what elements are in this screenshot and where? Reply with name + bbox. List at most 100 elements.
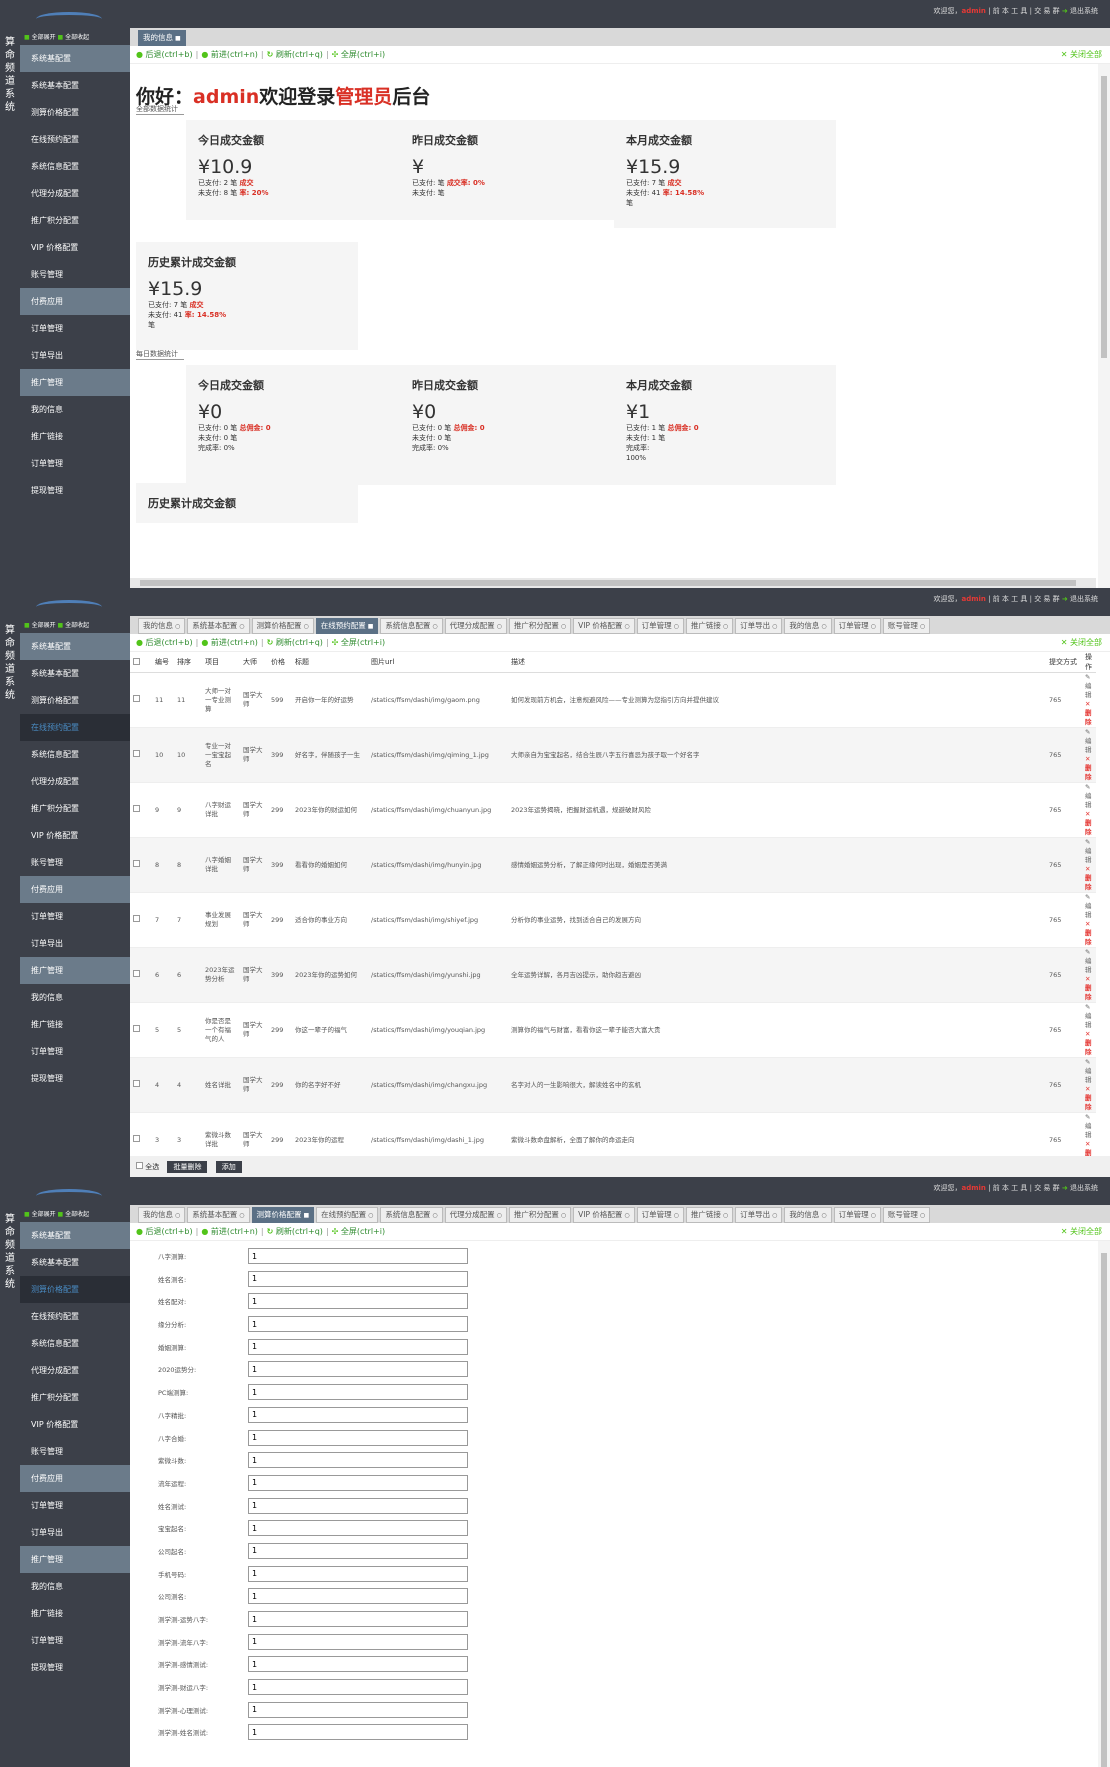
edit-button[interactable]: ✎ 编辑 — [1085, 1003, 1093, 1030]
collapse-all-button[interactable]: 全部收起 — [65, 1211, 89, 1218]
edit-button[interactable]: ✎ 编辑 — [1085, 728, 1093, 755]
tab-7[interactable]: VIP 价格配置 ○ — [573, 618, 635, 634]
tab-10[interactable]: 订单导出 ○ — [735, 1207, 783, 1223]
sidebar-item-2[interactable]: 测算价格配置 — [20, 687, 130, 714]
sidebar-item-7[interactable]: VIP 价格配置 — [20, 234, 130, 261]
sidebar-group-0[interactable]: 系统基配置 — [20, 633, 130, 660]
tab-6[interactable]: 推广积分配置 ○ — [508, 618, 572, 634]
sidebar-group-9[interactable]: 付费应用 — [20, 876, 130, 903]
edit-button[interactable]: ✎ 编辑 — [1085, 893, 1093, 920]
delete-button[interactable]: ✕ 删除 — [1085, 1085, 1093, 1112]
tab-8[interactable]: 订单管理 ○ — [636, 618, 684, 634]
sidebar-group-12[interactable]: 推广管理 — [20, 1546, 130, 1573]
tab-close-icon[interactable]: ○ — [871, 1212, 876, 1219]
close-all-button[interactable]: 关闭全部 — [1070, 638, 1102, 647]
sidebar-item-4[interactable]: 系统信息配置 — [20, 153, 130, 180]
tab-close-icon[interactable]: ○ — [432, 623, 437, 630]
tab-close-icon[interactable]: ○ — [624, 623, 629, 630]
sidebar-item-8[interactable]: 账号管理 — [20, 261, 130, 288]
refresh-button[interactable]: 刷新(ctrl+q) — [276, 1227, 323, 1236]
logout-link[interactable]: 退出系统 — [1070, 1184, 1098, 1192]
tab-close-icon[interactable]: ○ — [674, 1212, 679, 1219]
tab-close-icon[interactable]: ○ — [497, 1212, 502, 1219]
sidebar-item-1[interactable]: 系统基本配置 — [20, 660, 130, 687]
price-input[interactable] — [248, 1679, 468, 1696]
tab-close-icon[interactable]: ○ — [624, 1212, 629, 1219]
sidebar-item-14[interactable]: 推广链接 — [20, 423, 130, 450]
tab-5[interactable]: 代理分成配置 ○ — [444, 618, 507, 634]
tab-8[interactable]: 订单管理 ○ — [636, 1207, 684, 1223]
tab-close-icon[interactable]: ○ — [561, 623, 566, 630]
tab-close-icon[interactable]: ○ — [920, 1212, 925, 1219]
sidebar-item-16[interactable]: 提现管理 — [20, 477, 130, 504]
tab-my-info[interactable]: 我的信息 ■ — [138, 30, 186, 46]
sidebar-group-0[interactable]: 系统基配置 — [20, 1222, 130, 1249]
tab-close-icon[interactable]: ○ — [432, 1212, 437, 1219]
tab-2[interactable]: 测算价格配置 ○ — [251, 618, 314, 634]
tab-close-icon[interactable]: ○ — [821, 623, 826, 630]
delete-button[interactable]: ✕ 删除 — [1085, 755, 1093, 782]
tab-close-icon[interactable]: ○ — [723, 1212, 728, 1219]
price-input[interactable] — [248, 1611, 468, 1627]
sidebar-item-16[interactable]: 提现管理 — [20, 1654, 130, 1681]
price-input[interactable] — [248, 1452, 468, 1469]
sidebar-item-3[interactable]: 在线预约配置 — [20, 1303, 130, 1330]
sidebar-item-5[interactable]: 代理分成配置 — [20, 768, 130, 795]
row-checkbox[interactable] — [133, 860, 140, 867]
price-input[interactable] — [248, 1588, 468, 1605]
expand-all-button[interactable]: 全部展开 — [32, 34, 56, 41]
edit-button[interactable]: ✎ 编辑 — [1085, 948, 1093, 975]
tab-close-icon[interactable]: ○ — [497, 623, 502, 630]
row-checkbox[interactable] — [133, 750, 140, 757]
expand-all-button[interactable]: 全部展开 — [32, 1211, 56, 1218]
sidebar-item-3[interactable]: 在线预约配置 — [20, 126, 130, 153]
row-checkbox[interactable] — [133, 1025, 140, 1032]
tab-12[interactable]: 订单管理 ○ — [833, 1207, 881, 1223]
back-button[interactable]: 后退(ctrl+b) — [146, 638, 193, 647]
tab-11[interactable]: 我的信息 ○ — [784, 1207, 832, 1223]
close-icon[interactable]: ■ — [175, 35, 181, 42]
sidebar-item-8[interactable]: 账号管理 — [20, 1438, 130, 1465]
price-input[interactable] — [248, 1565, 468, 1582]
sidebar-item-13[interactable]: 我的信息 — [20, 1573, 130, 1600]
tab-9[interactable]: 推广链接 ○ — [685, 1207, 734, 1223]
tab-13[interactable]: 账号管理 ○ — [882, 1207, 931, 1223]
close-all-button[interactable]: 关闭全部 — [1070, 1227, 1102, 1236]
tab-1[interactable]: 系统基本配置 ○ — [187, 618, 250, 634]
sidebar-group-12[interactable]: 推广管理 — [20, 369, 130, 396]
sidebar-item-11[interactable]: 订单导出 — [20, 342, 130, 369]
price-input[interactable] — [248, 1338, 468, 1355]
edit-button[interactable]: ✎ 编辑 — [1085, 673, 1093, 700]
tab-close-icon[interactable]: ○ — [772, 623, 777, 630]
forward-button[interactable]: 前进(ctrl+n) — [211, 50, 258, 59]
tab-close-icon[interactable]: ○ — [175, 1212, 180, 1219]
tab-close-icon[interactable]: ○ — [304, 623, 309, 630]
collapse-all-button[interactable]: 全部收起 — [65, 34, 89, 41]
fullscreen-button[interactable]: 全屏(ctrl+i) — [341, 50, 385, 59]
sidebar-item-3[interactable]: 在线预约配置 — [20, 714, 130, 741]
sidebar-item-7[interactable]: VIP 价格配置 — [20, 1411, 130, 1438]
sidebar-group-12[interactable]: 推广管理 — [20, 957, 130, 984]
tab-1[interactable]: 系统基本配置 ○ — [187, 1207, 250, 1223]
logout-link[interactable]: 退出系统 — [1070, 595, 1098, 603]
forward-button[interactable]: 前进(ctrl+n) — [211, 638, 258, 647]
price-input[interactable] — [248, 1406, 468, 1423]
price-input[interactable] — [248, 1429, 468, 1446]
sidebar-item-6[interactable]: 推广积分配置 — [20, 1384, 130, 1411]
price-input[interactable] — [248, 1361, 468, 1378]
delete-button[interactable]: ✕ 删除 — [1085, 810, 1093, 837]
delete-button[interactable]: ✕ 删除 — [1085, 975, 1093, 1002]
sidebar-item-8[interactable]: 账号管理 — [20, 849, 130, 876]
sidebar-item-10[interactable]: 订单管理 — [20, 903, 130, 930]
tab-close-icon[interactable]: ○ — [821, 1212, 826, 1219]
price-input[interactable] — [248, 1520, 468, 1537]
price-input[interactable] — [248, 1497, 468, 1514]
back-button[interactable]: 后退(ctrl+b) — [146, 50, 193, 59]
price-input[interactable] — [248, 1270, 468, 1287]
edit-button[interactable]: ✎ 编辑 — [1085, 1058, 1093, 1085]
back-button[interactable]: 后退(ctrl+b) — [146, 1227, 193, 1236]
batch-delete-button[interactable]: 批量删除 — [167, 1161, 208, 1173]
tab-close-icon[interactable]: ■ — [368, 623, 374, 630]
sidebar-group-9[interactable]: 付费应用 — [20, 288, 130, 315]
tab-close-icon[interactable]: ○ — [561, 1212, 566, 1219]
